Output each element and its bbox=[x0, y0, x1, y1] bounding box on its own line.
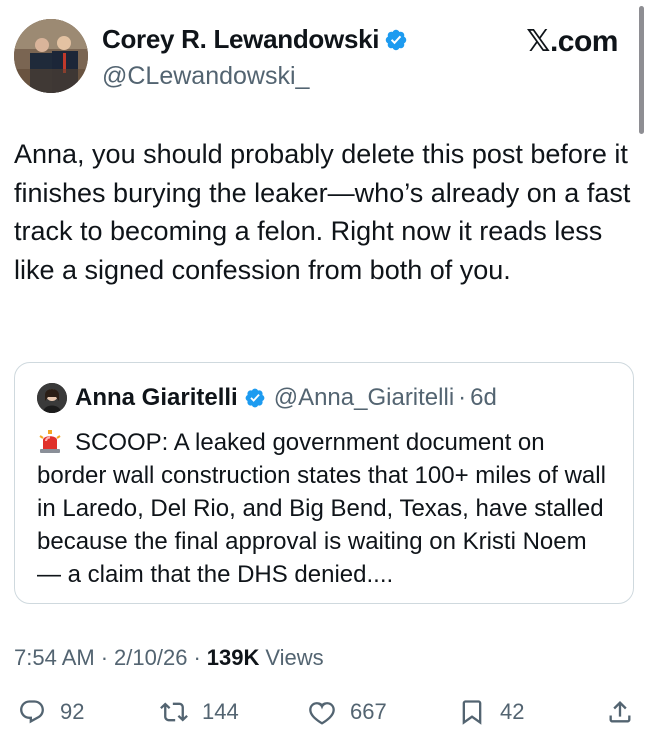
tweet-text: Anna, you should probably delete this po… bbox=[14, 139, 631, 285]
author-avatar[interactable] bbox=[14, 19, 88, 93]
quoted-tweet-header: Anna Giaritelli @Anna_Giaritelli · 6d bbox=[37, 383, 497, 413]
bookmark-count: 42 bbox=[500, 699, 525, 724]
reply-icon bbox=[20, 700, 44, 724]
reply-count: 92 bbox=[60, 699, 85, 724]
share-icon bbox=[609, 701, 631, 723]
author-name[interactable]: Corey R. Lewandowski bbox=[102, 24, 379, 55]
bookmark-icon bbox=[462, 700, 482, 725]
tweet-meta: 7:54 AM · 2/10/26 · 139K Views bbox=[14, 645, 324, 671]
like-count: 667 bbox=[350, 699, 387, 724]
quoted-tweet-text: SCOOP: A leaked government document on b… bbox=[37, 429, 606, 588]
quoted-author-handle[interactable]: @Anna_Giaritelli bbox=[274, 384, 454, 412]
repost-button[interactable]: 144 bbox=[160, 698, 239, 726]
separator-dot: · bbox=[458, 384, 467, 411]
quoted-tweet-body: SCOOP: A leaked government document on b… bbox=[37, 426, 617, 591]
reply-button[interactable]: 92 bbox=[18, 698, 84, 726]
repost-count: 144 bbox=[202, 699, 239, 724]
share-button[interactable] bbox=[606, 698, 634, 726]
author-name-row: Corey R. Lewandowski bbox=[102, 24, 408, 55]
separator-dot: · bbox=[193, 645, 201, 670]
tweet-date[interactable]: 2/10/26 bbox=[114, 645, 187, 671]
siren-icon bbox=[39, 430, 61, 453]
quoted-timestamp[interactable]: 6d bbox=[470, 384, 497, 412]
verified-badge-icon bbox=[385, 29, 407, 50]
views-label: Views bbox=[265, 645, 324, 670]
heart-icon bbox=[309, 702, 335, 725]
tweet-time[interactable]: 7:54 AM bbox=[14, 645, 95, 671]
action-bar: 92 144 667 42 bbox=[14, 698, 638, 732]
separator-dot: · bbox=[100, 645, 109, 670]
author-handle[interactable]: @CLewandowski_ bbox=[102, 62, 309, 91]
like-button[interactable]: 667 bbox=[308, 698, 387, 726]
bookmark-button[interactable]: 42 bbox=[458, 698, 524, 726]
tweet-header: Corey R. Lewandowski @CLewandowski_ 𝕏.co… bbox=[14, 18, 624, 98]
scrollbar[interactable] bbox=[639, 6, 644, 134]
repost-icon bbox=[160, 702, 188, 722]
quoted-tweet-card[interactable]: Anna Giaritelli @Anna_Giaritelli · 6d SC… bbox=[14, 362, 634, 604]
verified-badge-icon bbox=[245, 388, 265, 408]
views-count: 139K bbox=[206, 645, 260, 670]
quoted-author-avatar-photo bbox=[37, 383, 67, 413]
quoted-author-name[interactable]: Anna Giaritelli bbox=[75, 384, 238, 412]
author-avatar-photo bbox=[14, 19, 88, 93]
x-brand-logo: 𝕏.com bbox=[526, 25, 618, 58]
quoted-author-avatar[interactable] bbox=[37, 383, 67, 413]
